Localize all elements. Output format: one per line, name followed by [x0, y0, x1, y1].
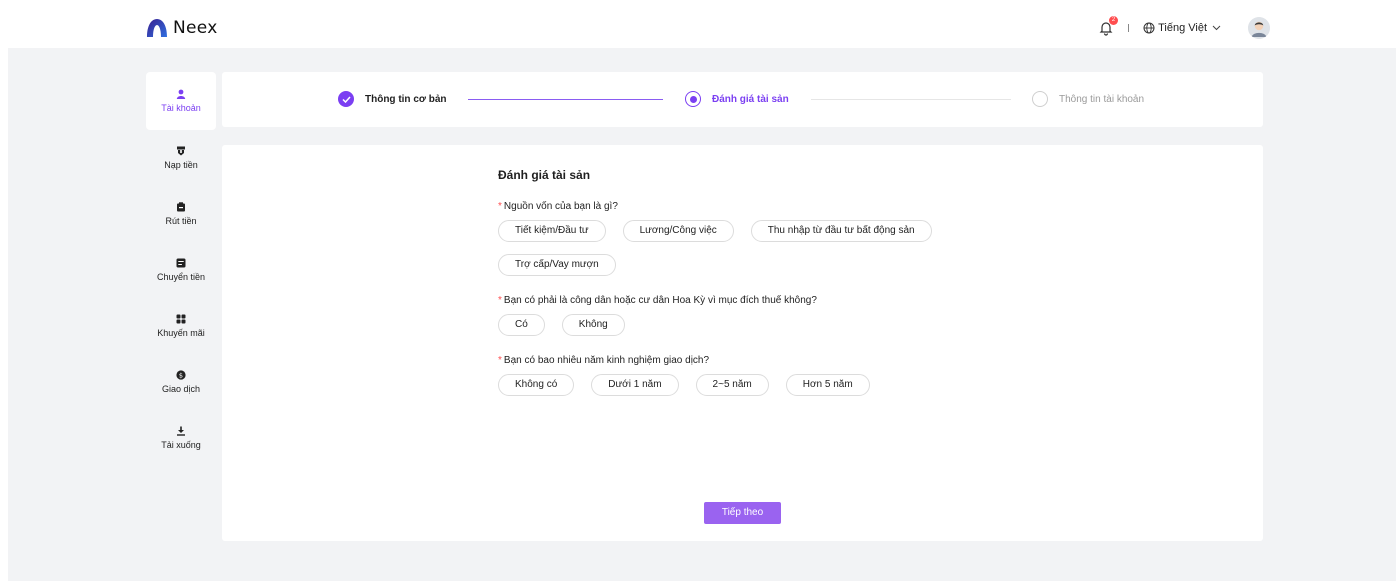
- logo[interactable]: Neex: [146, 18, 218, 38]
- sidebar-item-withdraw[interactable]: Rút tiền: [146, 186, 216, 242]
- step-asset-assessment[interactable]: Đánh giá tài sản: [685, 91, 789, 107]
- option-no[interactable]: Không: [561, 314, 625, 336]
- current-step-icon: [685, 91, 701, 107]
- logo-icon: [147, 19, 167, 37]
- sidebar-item-label: Tài khoản: [161, 103, 201, 113]
- step-label: Thông tin cơ bản: [365, 93, 447, 105]
- notification-button[interactable]: 2: [1098, 16, 1119, 36]
- sidebar-item-label: Chuyển tiền: [156, 272, 206, 282]
- user-avatar-icon: [1248, 17, 1270, 39]
- funding-source-options: Tiết kiệm/Đầu tư Lương/Công việc Thu nhậ…: [498, 220, 949, 242]
- deposit-icon: [177, 146, 185, 156]
- app-frame: Neex 2 Tiếng Việt Tài khoản Nạp tiền Rút…: [8, 8, 1396, 581]
- chevron-down-icon: [1212, 25, 1221, 31]
- step-connector: [811, 99, 1011, 100]
- required-marker: *: [498, 201, 502, 212]
- question-label: Bạn có bao nhiêu năm kinh nghiệm giao dị…: [503, 355, 710, 366]
- sidebar-item-label: Giao dịch: [161, 384, 201, 394]
- option-over-5-years[interactable]: Hơn 5 năm: [785, 374, 870, 396]
- experience-options: Không có Dưới 1 năm 2~5 năm Hơn 5 năm: [498, 374, 887, 396]
- sidebar-item-download[interactable]: Tải xuống: [146, 410, 216, 466]
- sidebar-item-label: Tải xuống: [161, 440, 201, 450]
- withdraw-icon: [177, 202, 185, 212]
- logo-text: Neex: [173, 18, 218, 38]
- option-salary[interactable]: Lương/Công việc: [622, 220, 734, 242]
- promotion-icon: [176, 314, 186, 324]
- language-selector[interactable]: Tiếng Việt: [1143, 22, 1224, 34]
- header-actions: 2 Tiếng Việt: [1098, 16, 1270, 39]
- required-marker: *: [498, 295, 502, 306]
- option-2-5-years[interactable]: 2~5 năm: [695, 374, 769, 396]
- language-label: Tiếng Việt: [1158, 22, 1207, 34]
- question-us-citizen: * Bạn có phải là công dân hoặc cư dân Hoa…: [498, 295, 817, 306]
- avatar[interactable]: [1248, 17, 1270, 39]
- sidebar: Tài khoản Nạp tiền Rút tiền Chuyển tiền …: [146, 72, 216, 466]
- svg-text:$: $: [179, 371, 183, 379]
- step-account-info[interactable]: Thông tin tài khoản: [1032, 91, 1144, 107]
- option-none[interactable]: Không có: [498, 374, 575, 396]
- funding-source-options-row2: Trợ cấp/Vay mượn: [498, 254, 633, 276]
- divider: [1128, 24, 1130, 32]
- sidebar-item-transfer[interactable]: Chuyển tiền: [146, 242, 216, 298]
- option-real-estate[interactable]: Thu nhập từ đầu tư bất động sản: [750, 220, 932, 242]
- option-subsidy-loan[interactable]: Trợ cấp/Vay mượn: [498, 254, 616, 276]
- question-experience: * Bạn có bao nhiêu năm kinh nghiệm giao d…: [498, 355, 709, 366]
- question-funding-source: * Nguồn vốn của bạn là gì?: [498, 201, 618, 212]
- sidebar-item-label: Rút tiền: [165, 216, 197, 226]
- step-label: Thông tin tài khoản: [1059, 93, 1145, 105]
- sidebar-item-label: Khuyến mãi: [157, 328, 205, 338]
- sidebar-item-label: Nạp tiền: [164, 160, 198, 170]
- transfer-icon: [176, 258, 186, 268]
- sidebar-item-account[interactable]: Tài khoản: [146, 72, 216, 130]
- globe-icon: [1143, 22, 1155, 34]
- asset-assessment-card: Đánh giá tài sản * Nguồn vốn của bạn là g…: [222, 145, 1263, 541]
- question-label: Bạn có phải là công dân hoặc cư dân Hoa …: [503, 295, 817, 306]
- download-icon: [177, 426, 185, 436]
- sidebar-item-transactions[interactable]: $ Giao dịch: [146, 354, 216, 410]
- pending-step-icon: [1032, 91, 1048, 107]
- us-citizen-options: Có Không: [498, 314, 642, 336]
- option-yes[interactable]: Có: [498, 314, 545, 336]
- progress-stepper: Thông tin cơ bản Đánh giá tài sản Thông …: [222, 72, 1263, 127]
- next-button[interactable]: Tiếp theo: [704, 502, 781, 524]
- check-icon: [338, 91, 354, 107]
- question-label: Nguồn vốn của bạn là gì?: [503, 201, 618, 212]
- step-label: Đánh giá tài sản: [712, 93, 789, 105]
- transaction-icon: $: [176, 370, 186, 380]
- form-title: Đánh giá tài sản: [498, 168, 591, 182]
- notification-badge: 2: [1109, 16, 1119, 25]
- top-bar: Neex 2 Tiếng Việt: [8, 8, 1396, 48]
- user-icon: [176, 89, 186, 99]
- sidebar-item-deposit[interactable]: Nạp tiền: [146, 130, 216, 186]
- sidebar-item-promotion[interactable]: Khuyến mãi: [146, 298, 216, 354]
- step-basic-info[interactable]: Thông tin cơ bản: [338, 91, 447, 107]
- option-savings[interactable]: Tiết kiệm/Đầu tư: [498, 220, 606, 242]
- required-marker: *: [498, 355, 502, 366]
- step-connector: [468, 99, 663, 100]
- option-under-1-year[interactable]: Dưới 1 năm: [591, 374, 679, 396]
